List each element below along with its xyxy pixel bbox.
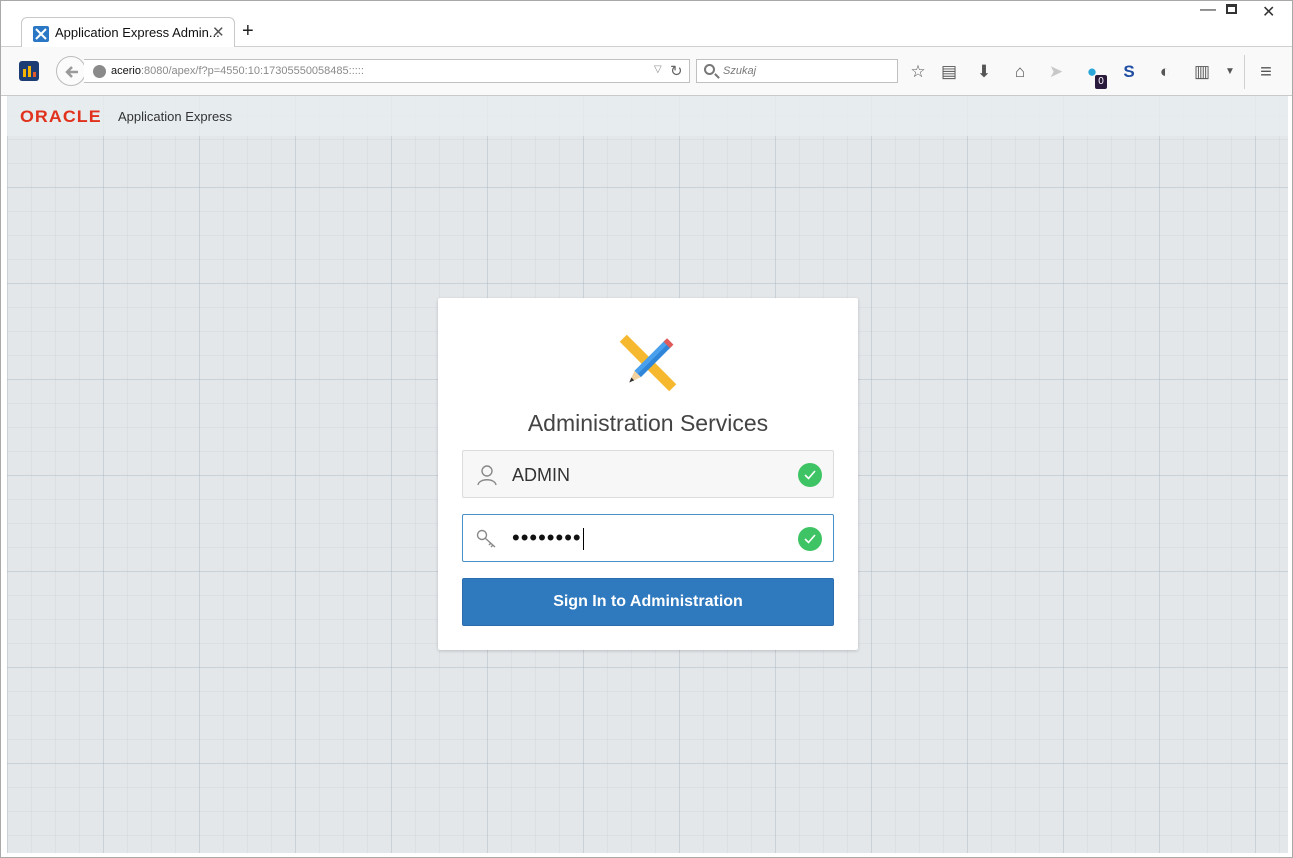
ruler-pencil-logo-icon: [617, 332, 679, 394]
globe-icon: [93, 65, 106, 78]
back-button[interactable]: [56, 56, 86, 86]
url-text: acerio:8080/apex/f?p=4550:10:17305550058…: [111, 65, 364, 77]
send-icon[interactable]: ➤: [1045, 61, 1067, 83]
product-name: Application Express: [118, 109, 233, 124]
reload-icon[interactable]: ↻: [670, 62, 683, 80]
username-value: ADMIN: [512, 465, 570, 485]
search-icon: [704, 64, 715, 75]
clipboard-icon[interactable]: ▥: [1191, 61, 1213, 83]
toolbar-separator: [1244, 55, 1245, 89]
password-field[interactable]: ••••••••: [462, 514, 834, 562]
valid-check-icon: [798, 527, 822, 551]
tab-close-icon[interactable]: ✕: [212, 23, 225, 41]
bookmark-star-icon[interactable]: ☆: [907, 61, 929, 83]
home-icon[interactable]: ⌂: [1009, 61, 1031, 83]
tab-apex-admin[interactable]: Application Express Admin... ✕: [21, 17, 235, 47]
login-card: Administration Services ADMIN •••••••• S…: [438, 298, 858, 650]
back-arrow-icon: [65, 66, 78, 78]
reading-list-icon[interactable]: ▤: [938, 61, 960, 83]
login-title: Administration Services: [527, 410, 769, 436]
search-bar[interactable]: Szukaj: [696, 59, 898, 83]
apex-favicon-icon: [33, 26, 49, 42]
maximize-button[interactable]: [1226, 4, 1237, 14]
user-icon: [477, 465, 497, 486]
tab-strip: Application Express Admin... ✕ + — ✕: [1, 1, 1292, 47]
bar-chart-app-icon[interactable]: [19, 61, 39, 81]
close-window-button[interactable]: ✕: [1262, 2, 1275, 22]
text-caret: [582, 528, 584, 551]
clipboard-dropdown-icon[interactable]: ▼: [1219, 61, 1241, 83]
minimize-button[interactable]: —: [1200, 1, 1216, 19]
s-extension-icon[interactable]: S: [1118, 61, 1140, 83]
key-icon: [476, 529, 496, 548]
ghostery-count-badge: 0: [1095, 75, 1107, 89]
download-icon[interactable]: ⬇: [973, 61, 995, 83]
browser-window: Application Express Admin... ✕ + — ✕ ace…: [0, 0, 1293, 858]
password-value: ••••••••: [512, 525, 584, 551]
address-bar[interactable]: acerio:8080/apex/f?p=4550:10:17305550058…: [84, 59, 690, 83]
sign-in-button[interactable]: Sign In to Administration: [462, 578, 834, 626]
username-field[interactable]: ADMIN: [462, 450, 834, 498]
toggle-extension-icon[interactable]: ◐: [1154, 61, 1176, 83]
valid-check-icon: [798, 463, 822, 487]
search-placeholder: Szukaj: [723, 65, 757, 77]
menu-hamburger-icon[interactable]: ≡: [1255, 61, 1277, 83]
tab-title: Application Express Admin...: [55, 25, 220, 40]
new-tab-button[interactable]: +: [242, 20, 254, 42]
url-history-dropdown-icon[interactable]: ▽: [654, 64, 662, 75]
oracle-logo: ORACLE: [20, 107, 102, 126]
page-content: ORACLE Application Express Administratio…: [7, 96, 1288, 853]
apex-header: ORACLE Application Express: [7, 96, 1288, 136]
